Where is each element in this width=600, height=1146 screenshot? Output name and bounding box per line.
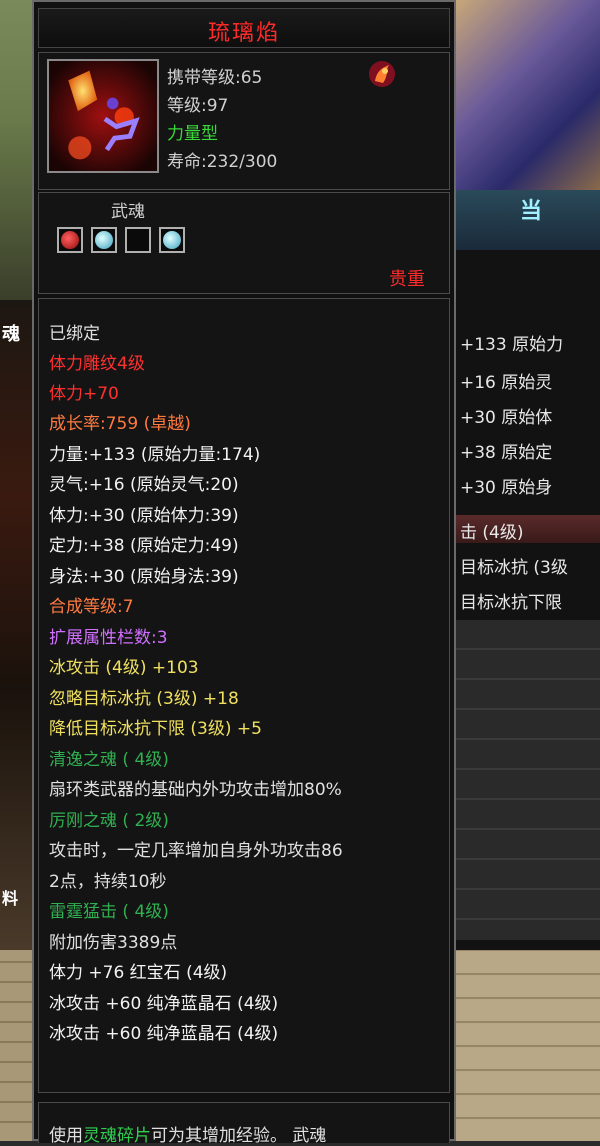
right-row-1: +16 原始灵	[460, 373, 553, 393]
attr-line: 忽略目标冰抗 (3级) +18	[49, 689, 239, 709]
right-row-0: +133 原始力	[460, 335, 564, 355]
attributes-section: 已绑定 体力雕纹4级 体力+70 成长率:759 (卓越) 力量:+133 (原…	[38, 298, 450, 1093]
left-label-2: 料	[2, 889, 19, 908]
footer-section: 使用灵魂碎片可为其增加经验。 武魂	[38, 1102, 450, 1146]
item-summary-section: 携带等级:65 等级:97 力量型 寿命:232/300	[38, 52, 450, 190]
attr-line: 清逸之魂 ( 4级)	[49, 750, 169, 770]
right-row2-2: 目标冰抗下限	[460, 593, 562, 613]
item-title: 琉璃焰	[207, 21, 280, 46]
attr-line: 降低目标冰抗下限 (3级) +5	[49, 719, 262, 739]
lifespan: 寿命:232/300	[167, 152, 278, 172]
wuhun-slot-4[interactable]	[159, 227, 185, 253]
attr-line: 定力:+38 (原始定力:49)	[49, 536, 239, 556]
item-portrait	[47, 59, 159, 173]
wuhun-slot-3[interactable]	[125, 227, 151, 253]
wuhun-label: 武魂	[111, 202, 145, 222]
carry-level: 携带等级:65	[167, 68, 263, 88]
tooltip-title-bar: 琉璃焰	[38, 8, 450, 48]
attr-line: 附加伤害3389点	[49, 933, 178, 953]
attr-line: 成长率:759 (卓越)	[49, 414, 191, 434]
attr-line: 体力:+30 (原始体力:39)	[49, 506, 239, 526]
attr-line: 体力+70	[49, 384, 119, 404]
ice-gem-icon	[95, 231, 113, 249]
item-type: 力量型	[167, 124, 218, 144]
item-level: 等级:97	[167, 96, 229, 116]
attr-line: 雷霆猛击 ( 4级)	[49, 902, 169, 922]
right-bg-stripes	[455, 620, 600, 940]
fire-element-icon	[367, 59, 397, 89]
attr-line: 合成等级:7	[49, 597, 134, 617]
item-tooltip: 琉璃焰 携带等级:65 等级:97 力量型 寿命:232/300 武魂 贵重 已…	[32, 0, 456, 1146]
ice-gem-icon	[163, 231, 181, 249]
right-row2-0: 击 (4级)	[460, 523, 524, 543]
right-row2-1: 目标冰抗 (3级	[460, 558, 568, 578]
attr-line: 体力 +76 红宝石 (4级)	[49, 963, 228, 983]
attr-line: 冰攻击 (4级) +103	[49, 658, 199, 678]
attr-line: 力量:+133 (原始力量:174)	[49, 445, 261, 465]
right-top-text: 当	[520, 199, 543, 224]
right-row-4: +30 原始身	[460, 478, 553, 498]
attr-line: 身法:+30 (原始身法:39)	[49, 567, 239, 587]
attr-line: 厉刚之魂 ( 2级)	[49, 811, 169, 831]
right-scene-bottom	[455, 950, 600, 1141]
footer-prefix: 使用	[49, 1126, 83, 1146]
precious-label: 贵重	[389, 269, 425, 290]
attr-line: 冰攻击 +60 纯净蓝晶石 (4级)	[49, 1024, 279, 1044]
right-row-2: +30 原始体	[460, 408, 553, 428]
attr-line: 灵气:+16 (原始灵气:20)	[49, 475, 239, 495]
red-gem-icon	[61, 231, 79, 249]
attr-line: 扇环类武器的基础内外功攻击增加80%	[49, 780, 342, 800]
footer-suffix: 可为其增加经验。 武魂	[151, 1126, 327, 1146]
attr-line: 2点，持续10秒	[49, 872, 167, 892]
right-scene-top	[455, 0, 600, 190]
wuhun-slot-1[interactable]	[57, 227, 83, 253]
attr-line: 扩展属性栏数:3	[49, 628, 168, 648]
wuhun-slot-2[interactable]	[91, 227, 117, 253]
right-row-3: +38 原始定	[460, 443, 553, 463]
attr-line: 冰攻击 +60 纯净蓝晶石 (4级)	[49, 994, 279, 1014]
pet-portrait-icon	[49, 61, 157, 171]
footer-text: 使用灵魂碎片可为其增加经验。 武魂	[49, 1121, 326, 1146]
attr-line: 攻击时，一定几率增加自身外功攻击86	[49, 841, 343, 861]
attr-line: 已绑定	[49, 324, 100, 344]
soul-fragment-link[interactable]: 灵魂碎片	[83, 1126, 151, 1146]
left-label-1: 魂	[2, 324, 20, 345]
attr-line: 体力雕纹4级	[49, 354, 145, 374]
wuhun-section: 武魂 贵重	[38, 192, 450, 294]
